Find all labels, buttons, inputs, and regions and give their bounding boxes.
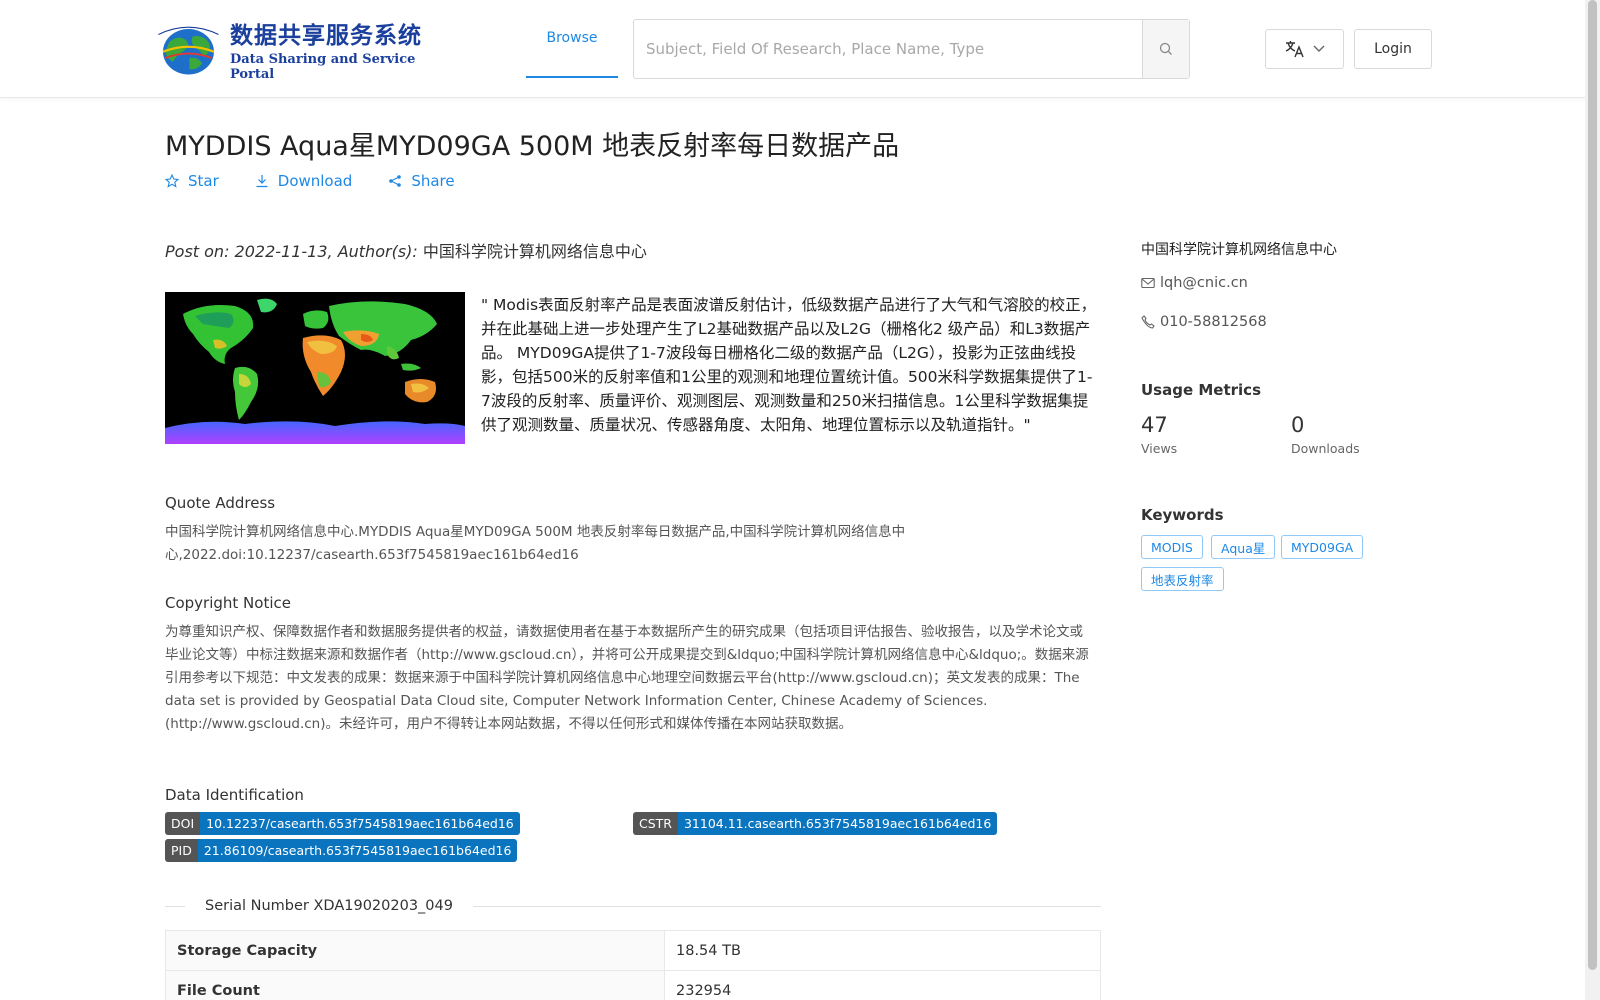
cstr-value: 31104.11.casearth.653f7545819aec161b64ed…	[677, 812, 998, 835]
keyword-tag[interactable]: MODIS	[1141, 535, 1203, 559]
quote-address-text: 中国科学院计算机网络信息中心.MYDDIS Aqua星MYD09GA 500M …	[165, 524, 906, 563]
translate-icon	[1285, 41, 1304, 58]
contact-phone[interactable]: 010-58812568	[1141, 314, 1267, 330]
chevron-down-icon	[1313, 45, 1324, 52]
download-button[interactable]: Download	[255, 172, 353, 190]
downloads-label: Downloads	[1291, 441, 1360, 456]
dataset-description: " Modis表面反射率产品是表面波谱反射估计，低级数据产品进行了大气和气溶胶的…	[481, 296, 1097, 434]
phone-icon	[1141, 315, 1155, 329]
logo-en-text: Data Sharing and Service Portal	[229, 52, 416, 82]
file-count-value: 232954	[664, 970, 1101, 1000]
keywords-title: Keywords	[1141, 506, 1224, 524]
table-row: Storage Capacity 18.54 TB	[165, 930, 1101, 971]
keyword-tag[interactable]: MYD09GA	[1281, 535, 1364, 559]
metadata-table: Storage Capacity 18.54 TB File Count 232…	[165, 930, 1101, 1000]
mail-icon	[1141, 277, 1155, 289]
world-map-image	[165, 292, 465, 444]
storage-capacity-value: 18.54 TB	[664, 930, 1101, 971]
share-button[interactable]: Share	[388, 172, 455, 190]
page-scrollbar[interactable]	[1585, 0, 1600, 1000]
logo-cn-text: 数据共享服务系统	[229, 23, 422, 49]
cstr-badge[interactable]: CSTR 31104.11.casearth.653f7545819aec161…	[633, 812, 998, 835]
search-box	[633, 19, 1190, 79]
copyright-title: Copyright Notice	[165, 594, 291, 612]
pid-key: PID	[165, 839, 198, 862]
views-label: Views	[1141, 441, 1178, 456]
copyright-text: 为尊重知识产权、保障数据作者和数据服务提供者的权益，请数据使用者在基于本数据所产…	[165, 624, 1089, 732]
doi-key: DOI	[165, 812, 201, 835]
scrollbar-thumb[interactable]	[1588, 0, 1597, 970]
keyword-tag[interactable]: 地表反射率	[1141, 567, 1224, 591]
divider-line-right	[473, 905, 1101, 907]
data-identification-title: Data Identification	[165, 786, 304, 804]
search-icon	[1159, 42, 1172, 55]
doi-value: 10.12237/casearth.653f7545819aec161b64ed…	[200, 812, 520, 835]
usage-metrics-title: Usage Metrics	[1141, 381, 1261, 399]
post-date: Post on: 2022-11-13, Author(s):	[165, 242, 423, 261]
page-title: MYDDIS Aqua星MYD09GA 500M 地表反射率每日数据产品	[165, 131, 900, 162]
pid-value: 21.86109/casearth.653f7545819aec161b64ed…	[197, 839, 518, 862]
share-label: Share	[411, 172, 455, 190]
authors: 中国科学院计算机网络信息中心	[422, 242, 647, 261]
quote-address-title: Quote Address	[165, 494, 276, 512]
phone-text: 010-58812568	[1160, 314, 1267, 330]
cstr-key: CSTR	[633, 812, 678, 835]
views-count: 47	[1141, 413, 1168, 437]
storage-capacity-label: Storage Capacity	[165, 930, 665, 971]
divider-line-left	[165, 905, 185, 907]
organization-name: 中国科学院计算机网络信息中心	[1141, 242, 1337, 258]
dataset-thumbnail[interactable]	[165, 292, 465, 444]
serial-number: Serial Number XDA19020203_049	[205, 898, 453, 914]
downloads-metric: 0 Downloads	[1291, 413, 1360, 456]
email-text: lqh@cnic.cn	[1160, 275, 1248, 291]
search-button[interactable]	[1142, 20, 1189, 78]
language-switcher[interactable]	[1265, 29, 1344, 69]
keyword-tag[interactable]: Aqua星	[1211, 535, 1276, 559]
globe-logo-icon	[158, 26, 219, 75]
share-icon	[389, 175, 402, 187]
downloads-count: 0	[1291, 413, 1305, 437]
serial-number-divider: Serial Number XDA19020203_049	[165, 896, 1101, 916]
post-info: Post on: 2022-11-13, Author(s): 中国科学院计算机…	[165, 238, 647, 262]
contact-email[interactable]: lqh@cnic.cn	[1141, 275, 1248, 291]
top-header: 数据共享服务系统 Data Sharing and Service Portal…	[0, 0, 1585, 98]
search-input[interactable]	[634, 20, 1142, 78]
doi-badge[interactable]: DOI 10.12237/casearth.653f7545819aec161b…	[165, 812, 520, 835]
star-label: Star	[188, 172, 219, 190]
pid-badge[interactable]: PID 21.86109/casearth.653f7545819aec161b…	[165, 839, 518, 862]
views-metric: 47 Views	[1141, 413, 1177, 456]
table-row: File Count 232954	[165, 970, 1101, 1000]
download-label: Download	[277, 172, 353, 190]
action-bar: Star Download Share	[165, 172, 455, 190]
file-count-label: File Count	[165, 970, 665, 1000]
login-button[interactable]: Login	[1354, 29, 1432, 69]
site-logo[interactable]: 数据共享服务系统 Data Sharing and Service Portal	[153, 18, 443, 82]
star-icon	[165, 174, 179, 188]
nav-browse[interactable]: Browse	[526, 0, 618, 78]
star-button[interactable]: Star	[165, 172, 219, 190]
download-icon	[256, 175, 268, 188]
